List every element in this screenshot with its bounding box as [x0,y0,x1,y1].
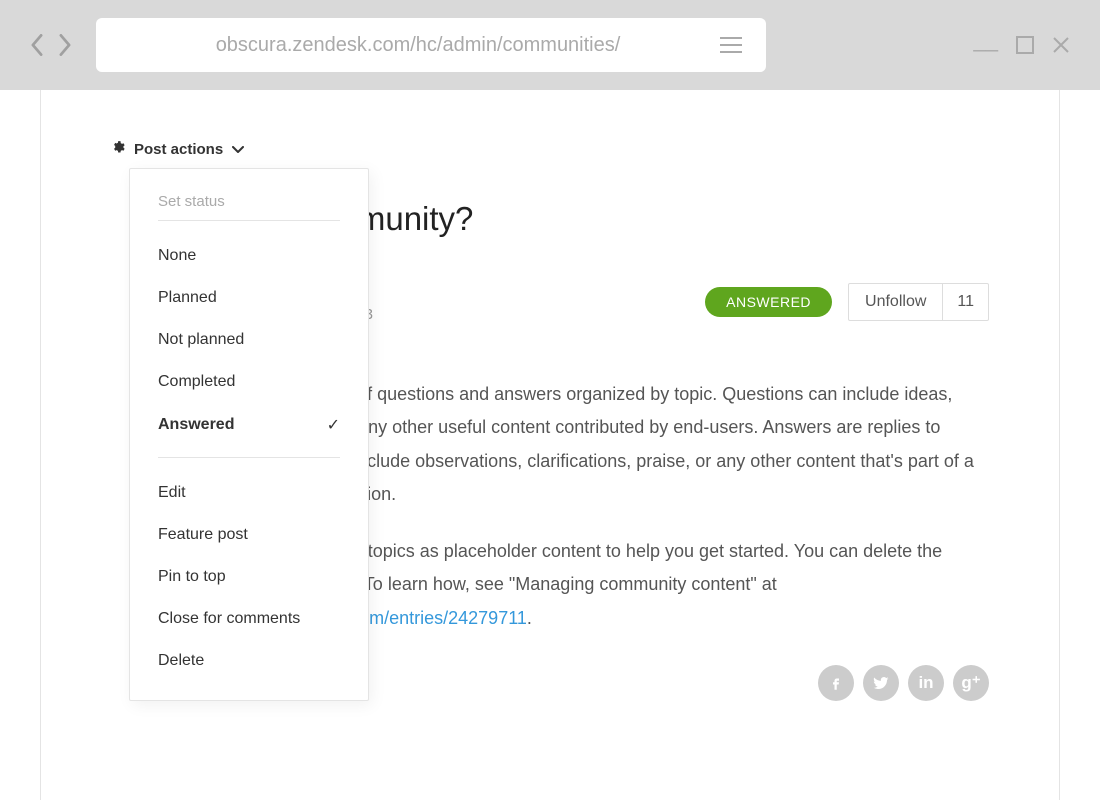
status-option-none[interactable]: None [158,235,340,277]
status-option-completed[interactable]: Completed [158,361,340,403]
status-option-not-planned[interactable]: Not planned [158,319,340,361]
browser-toolbar: obscura.zendesk.com/hc/admin/communities… [0,0,1100,90]
action-pin-to-top[interactable]: Pin to top [158,556,340,598]
dropdown-section-header: Set status [158,193,340,210]
minimize-button[interactable]: __ [974,27,998,53]
post-actions-dropdown-trigger[interactable]: Post actions [111,140,989,158]
action-feature-post[interactable]: Feature post [158,514,340,556]
checkmark-icon: ✓ [327,415,340,435]
post-actions-dropdown: Set status None Planned Not planned Comp… [129,168,369,701]
share-twitter-icon[interactable] [863,665,899,701]
hamburger-icon[interactable] [720,37,742,53]
close-button[interactable] [1052,36,1070,54]
share-googleplus-icon[interactable]: g⁺ [953,665,989,701]
chevron-down-icon [232,141,244,158]
action-edit[interactable]: Edit [158,472,340,514]
follow-control[interactable]: Unfollow 11 [848,283,989,321]
share-linkedin-icon[interactable]: in [908,665,944,701]
status-badge: ANSWERED [705,287,832,317]
url-text: obscura.zendesk.com/hc/admin/communities… [116,34,720,57]
gear-icon [111,140,125,158]
status-option-answered[interactable]: Answered ✓ [158,403,340,447]
action-delete[interactable]: Delete [158,640,340,682]
status-option-planned[interactable]: Planned [158,277,340,319]
action-close-comments[interactable]: Close for comments [158,598,340,640]
follower-count: 11 [943,284,988,320]
share-facebook-icon[interactable] [818,665,854,701]
post-actions-label: Post actions [134,141,223,158]
back-button[interactable] [30,34,44,56]
forward-button[interactable] [58,34,72,56]
url-bar[interactable]: obscura.zendesk.com/hc/admin/communities… [96,18,766,72]
unfollow-button[interactable]: Unfollow [849,284,943,320]
maximize-button[interactable] [1016,36,1034,54]
